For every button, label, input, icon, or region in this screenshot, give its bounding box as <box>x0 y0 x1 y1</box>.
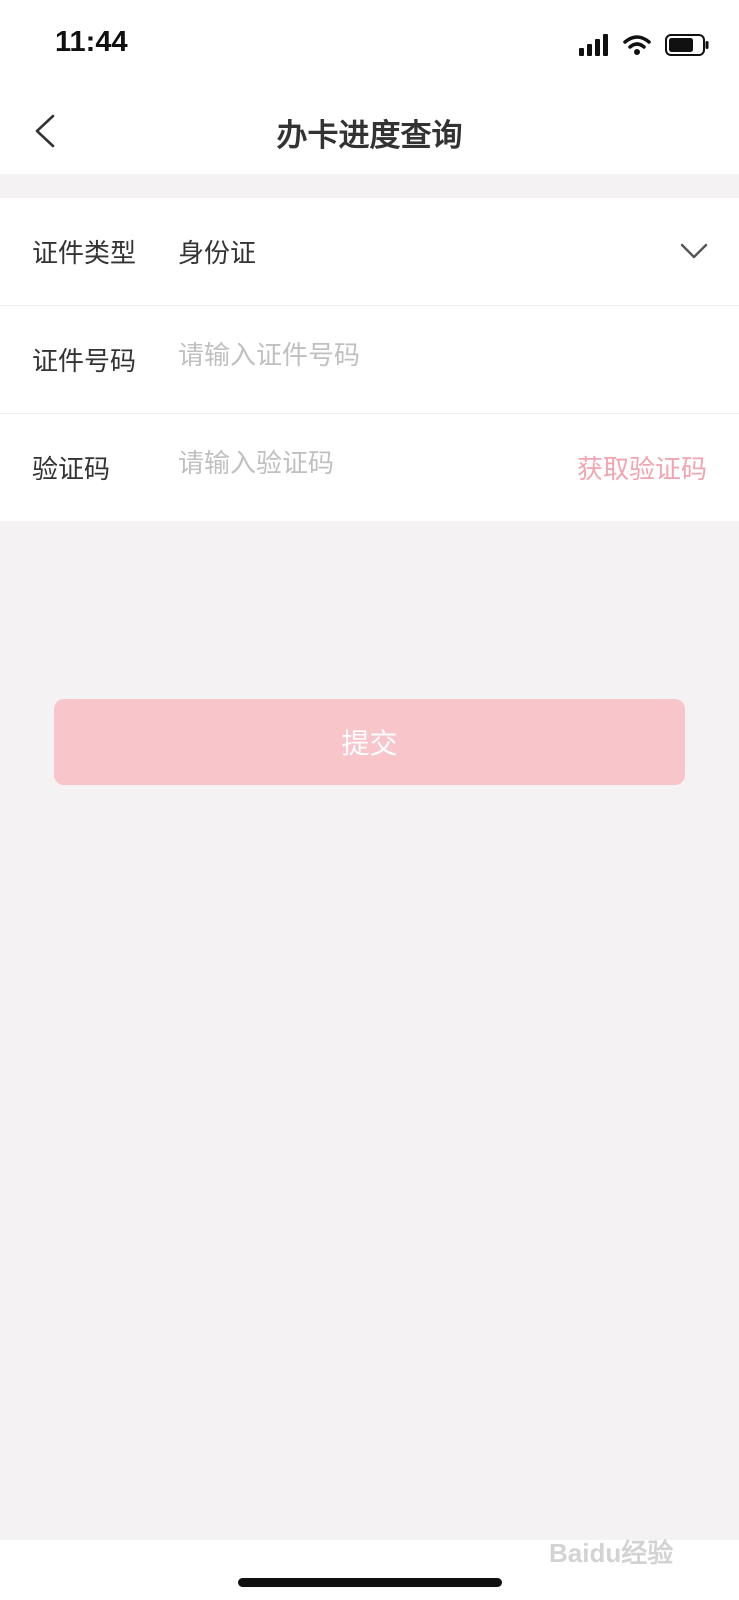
chevron-down-icon[interactable] <box>679 236 709 266</box>
wifi-icon <box>623 35 651 55</box>
captcha-row: 验证码 获取验证码 <box>0 414 739 521</box>
captcha-label: 验证码 <box>32 455 111 485</box>
home-indicator[interactable] <box>238 1578 502 1587</box>
captcha-input[interactable] <box>178 442 508 486</box>
status-bar: 11:44 <box>0 0 739 88</box>
id-number-label: 证件号码 <box>32 347 137 377</box>
battery-icon <box>665 34 709 56</box>
id-number-input[interactable] <box>178 334 538 378</box>
signal-icon <box>579 34 608 56</box>
get-code-button[interactable]: 获取验证码 <box>577 449 707 486</box>
page-title: 办卡进度查询 <box>276 118 463 154</box>
query-form: 证件类型 身份证 证件号码 验证码 获取验证码 <box>0 198 739 521</box>
id-type-row[interactable]: 证件类型 身份证 <box>0 198 739 306</box>
watermark: Baidu经验 <box>549 1538 674 1568</box>
nav-bar: 办卡进度查询 <box>0 88 739 174</box>
status-icons <box>579 30 709 60</box>
id-number-row: 证件号码 <box>0 306 739 414</box>
id-type-label: 证件类型 <box>32 239 137 269</box>
status-time: 11:44 <box>55 26 128 58</box>
id-type-select[interactable]: 身份证 <box>178 233 256 270</box>
submit-button[interactable]: 提交 <box>54 699 685 785</box>
